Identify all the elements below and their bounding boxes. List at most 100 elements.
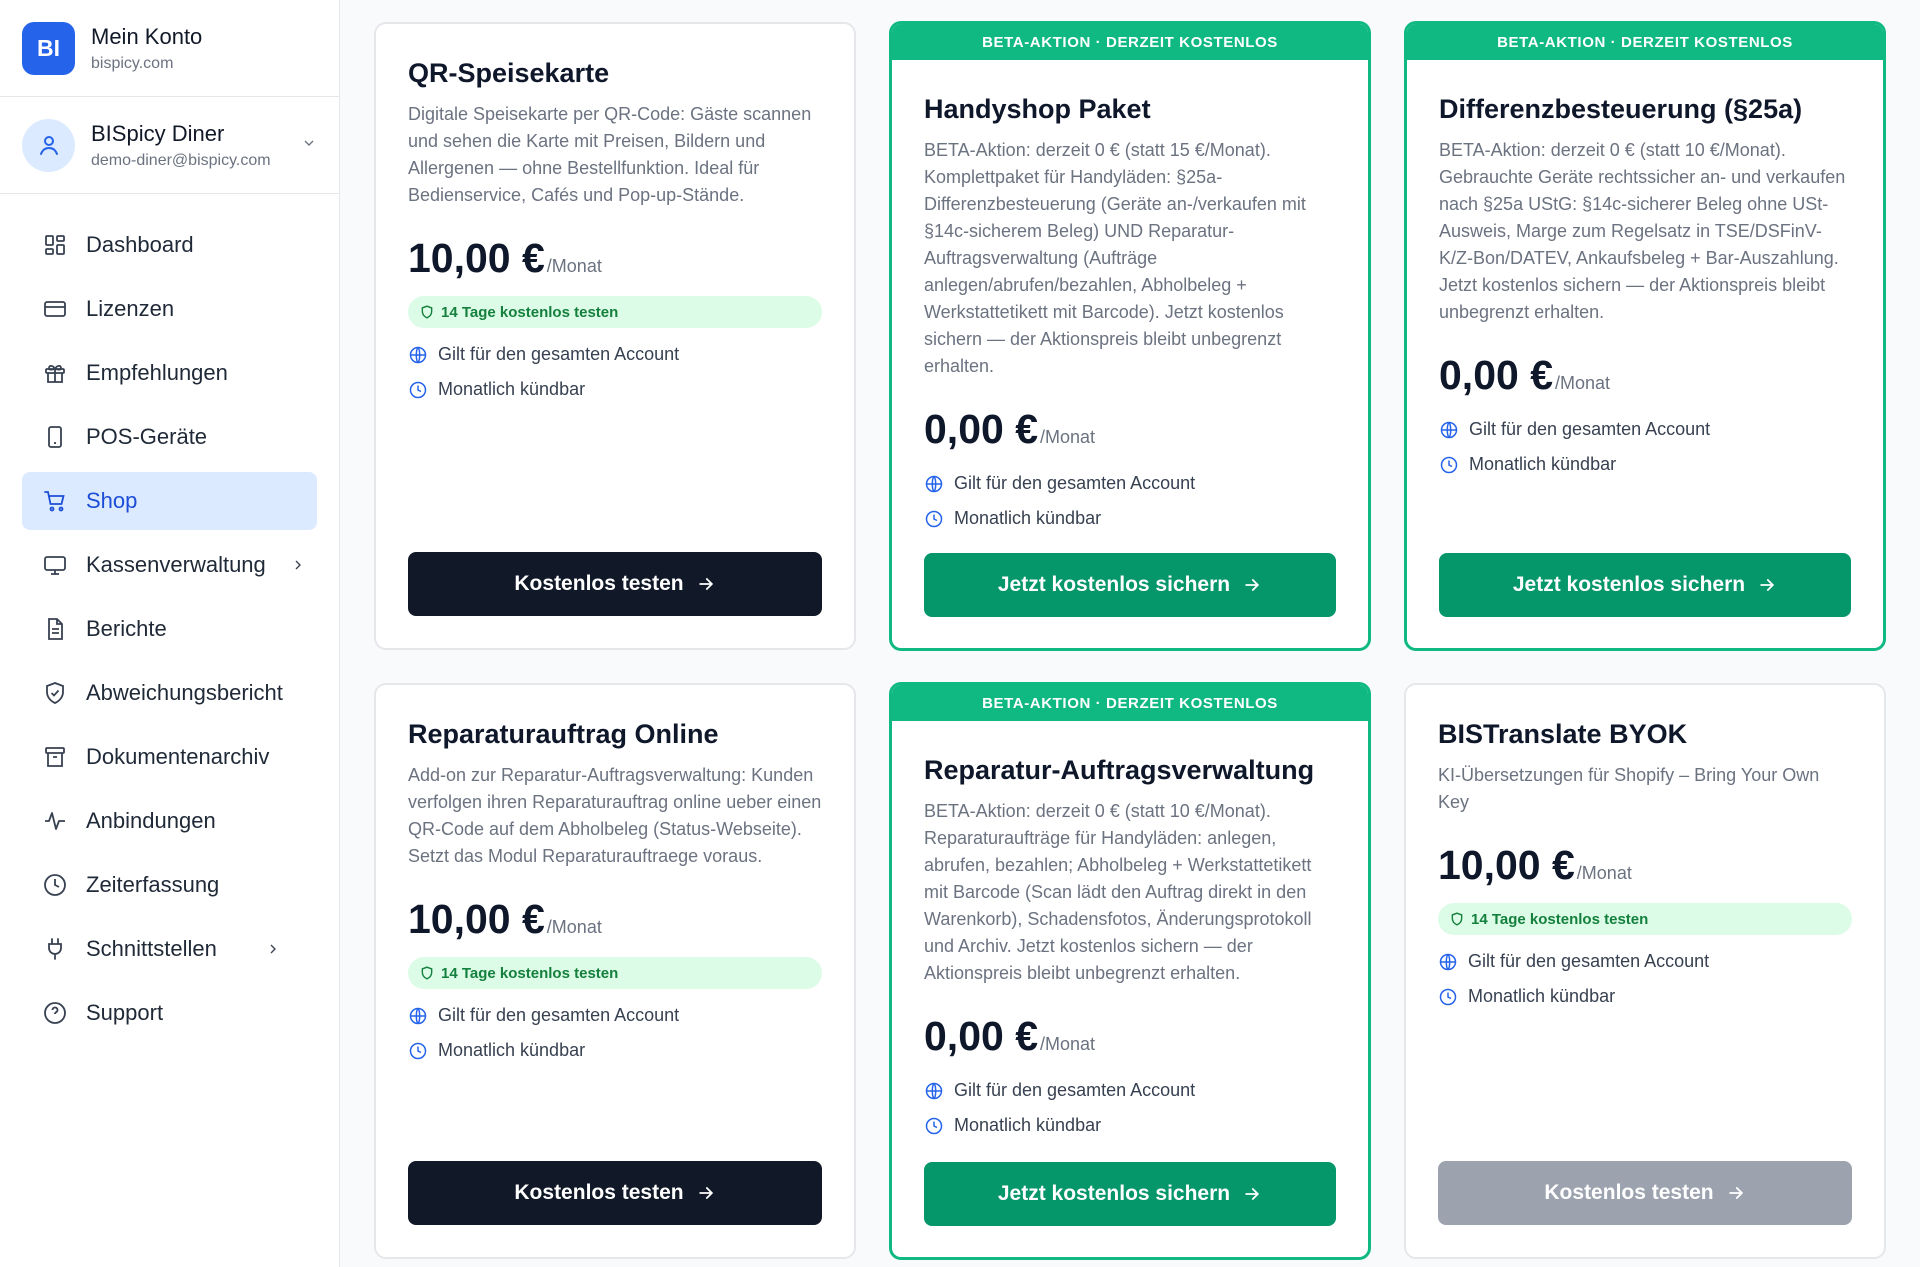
price-period: /Monat bbox=[1576, 863, 1632, 883]
gift-icon bbox=[42, 360, 68, 386]
trial-badge: 14 Tage kostenlos testen bbox=[408, 296, 822, 328]
clock-icon bbox=[1438, 987, 1458, 1007]
price-period: /Monat bbox=[1040, 427, 1096, 447]
archive-icon bbox=[42, 744, 68, 770]
product-card-reparaturauftrag-online: Reparaturauftrag Online Add-on zur Repar… bbox=[374, 683, 856, 1259]
product-title: Reparaturauftrag Online bbox=[408, 719, 719, 749]
pulse-icon bbox=[42, 808, 68, 834]
globe-icon bbox=[924, 474, 944, 494]
brand-subtitle: bispicy.com bbox=[91, 54, 174, 72]
product-title: QR-Speisekarte bbox=[408, 58, 610, 88]
clock-icon bbox=[42, 872, 68, 898]
globe-icon bbox=[924, 1081, 944, 1101]
sidebar-item-berichte[interactable]: Berichte bbox=[22, 600, 317, 658]
sidebar-item-label: Lizenzen bbox=[86, 296, 175, 321]
trial-button[interactable]: Kostenlos testen bbox=[408, 1161, 822, 1225]
product-price: 10,00 € bbox=[1438, 842, 1575, 888]
arrow-right-icon bbox=[1242, 1184, 1262, 1204]
sidebar-item-label: Anbindungen bbox=[86, 808, 216, 833]
account-switcher[interactable]: BISpicy Diner demo-diner@bispicy.com bbox=[0, 97, 339, 194]
price-period: /Monat bbox=[546, 917, 602, 937]
sidebar-item-schnittstellen[interactable]: Schnittstellen bbox=[22, 920, 317, 978]
sidebar-item-anbindungen[interactable]: Anbindungen bbox=[22, 792, 317, 850]
product-card-reparatur-auftragsverwaltung: BETA-AKTION · DERZEIT KOSTENLOS Reparatu… bbox=[889, 682, 1371, 1260]
monitor-icon bbox=[42, 552, 68, 578]
brand-logo: BI bbox=[22, 21, 75, 75]
help-icon bbox=[42, 1000, 68, 1026]
account-name: BISpicy Diner bbox=[91, 120, 225, 146]
trial-button-disabled[interactable]: Kostenlos testen bbox=[1438, 1161, 1852, 1225]
product-price: 0,00 € bbox=[1439, 352, 1553, 398]
claim-button[interactable]: Jetzt kostenlos sichern bbox=[924, 1162, 1336, 1226]
promo-banner: BETA-AKTION · DERZEIT KOSTENLOS bbox=[1407, 24, 1883, 60]
product-card-qr-speisekarte: QR-Speisekarte Digitale Speisekarte per … bbox=[374, 22, 856, 650]
sidebar-item-label: POS-Geräte bbox=[86, 424, 208, 449]
user-icon bbox=[22, 118, 75, 172]
brand-header[interactable]: BI Mein Konto bispicy.com bbox=[0, 0, 339, 97]
brand-title: Mein Konto bbox=[91, 23, 203, 49]
feature-account: Gilt für den gesamten Account bbox=[408, 1005, 822, 1026]
globe-icon bbox=[408, 1006, 428, 1026]
sidebar-item-shop[interactable]: Shop bbox=[22, 472, 317, 530]
arrow-right-icon bbox=[1242, 575, 1262, 595]
product-price: 10,00 € bbox=[408, 896, 545, 942]
promo-banner: BETA-AKTION · DERZEIT KOSTENLOS bbox=[892, 24, 1368, 60]
sidebar-item-label: Dokumentenarchiv bbox=[86, 744, 270, 769]
product-card-bistranslate-byok: BISTranslate BYOK KI-Übersetzungen für S… bbox=[1404, 683, 1886, 1259]
sidebar-item-pos-geraete[interactable]: POS-Geräte bbox=[22, 408, 317, 466]
sidebar-item-label: Support bbox=[86, 1000, 164, 1025]
product-description: Add-on zur Reparatur-Auftragsverwaltung:… bbox=[408, 765, 822, 866]
globe-icon bbox=[1439, 420, 1459, 440]
cart-icon bbox=[42, 488, 68, 514]
price-period: /Monat bbox=[546, 256, 602, 276]
feature-cancel: Monatlich kündbar bbox=[924, 1115, 1336, 1136]
price-period: /Monat bbox=[1555, 373, 1611, 393]
promo-banner: BETA-AKTION · DERZEIT KOSTENLOS bbox=[892, 685, 1368, 721]
card-icon bbox=[42, 296, 68, 322]
arrow-right-icon bbox=[696, 1183, 716, 1203]
device-icon bbox=[42, 424, 68, 450]
clock-icon bbox=[924, 509, 944, 529]
sidebar-item-label: Kassenverwaltung bbox=[86, 552, 266, 577]
product-title: Reparatur-Auftragsverwaltung bbox=[924, 755, 1315, 785]
product-card-handyshop-paket: BETA-AKTION · DERZEIT KOSTENLOS Handysho… bbox=[889, 21, 1371, 651]
claim-button[interactable]: Jetzt kostenlos sichern bbox=[1439, 553, 1851, 617]
globe-icon bbox=[408, 345, 428, 365]
product-description: BETA-Aktion: derzeit 0 € (statt 10 €/Mon… bbox=[1439, 140, 1846, 322]
claim-button[interactable]: Jetzt kostenlos sichern bbox=[924, 553, 1336, 617]
trial-badge: 14 Tage kostenlos testen bbox=[1438, 903, 1852, 935]
sidebar-item-dokumentenarchiv[interactable]: Dokumentenarchiv bbox=[22, 728, 317, 786]
sidebar-item-dashboard[interactable]: Dashboard bbox=[22, 216, 317, 274]
trial-button[interactable]: Kostenlos testen bbox=[408, 552, 822, 616]
chevron-down-icon bbox=[301, 135, 317, 156]
sidebar-item-label: Empfehlungen bbox=[86, 360, 228, 385]
feature-account: Gilt für den gesamten Account bbox=[408, 344, 822, 365]
product-description: KI-Übersetzungen für Shopify – Bring You… bbox=[1438, 765, 1820, 812]
shield-icon bbox=[420, 966, 434, 980]
sidebar-item-label: Abweichungsbericht bbox=[86, 680, 283, 705]
sidebar-item-zeiterfassung[interactable]: Zeiterfassung bbox=[22, 856, 317, 914]
feature-cancel: Monatlich kündbar bbox=[1439, 454, 1851, 475]
feature-cancel: Monatlich kündbar bbox=[924, 508, 1336, 529]
product-card-differenzbesteuerung: BETA-AKTION · DERZEIT KOSTENLOS Differen… bbox=[1404, 21, 1886, 651]
trial-badge: 14 Tage kostenlos testen bbox=[408, 957, 822, 989]
clock-icon bbox=[408, 1041, 428, 1061]
sidebar-item-abweichungsbericht[interactable]: Abweichungsbericht bbox=[22, 664, 317, 722]
arrow-right-icon bbox=[1726, 1183, 1746, 1203]
feature-account: Gilt für den gesamten Account bbox=[1439, 419, 1851, 440]
chevron-right-icon bbox=[265, 941, 281, 957]
sidebar-item-label: Shop bbox=[86, 488, 138, 513]
product-price: 0,00 € bbox=[924, 406, 1038, 452]
globe-icon bbox=[1438, 952, 1458, 972]
document-icon bbox=[42, 616, 68, 642]
feature-cancel: Monatlich kündbar bbox=[1438, 986, 1852, 1007]
shield-icon bbox=[420, 305, 434, 319]
arrow-right-icon bbox=[696, 574, 716, 594]
sidebar-item-empfehlungen[interactable]: Empfehlungen bbox=[22, 344, 317, 402]
sidebar-item-label: Berichte bbox=[86, 616, 167, 641]
sidebar-item-support[interactable]: Support bbox=[22, 984, 317, 1042]
sidebar-item-kassenverwaltung[interactable]: Kassenverwaltung bbox=[22, 536, 317, 594]
clock-icon bbox=[408, 380, 428, 400]
clock-icon bbox=[1439, 455, 1459, 475]
sidebar-item-lizenzen[interactable]: Lizenzen bbox=[22, 280, 317, 338]
